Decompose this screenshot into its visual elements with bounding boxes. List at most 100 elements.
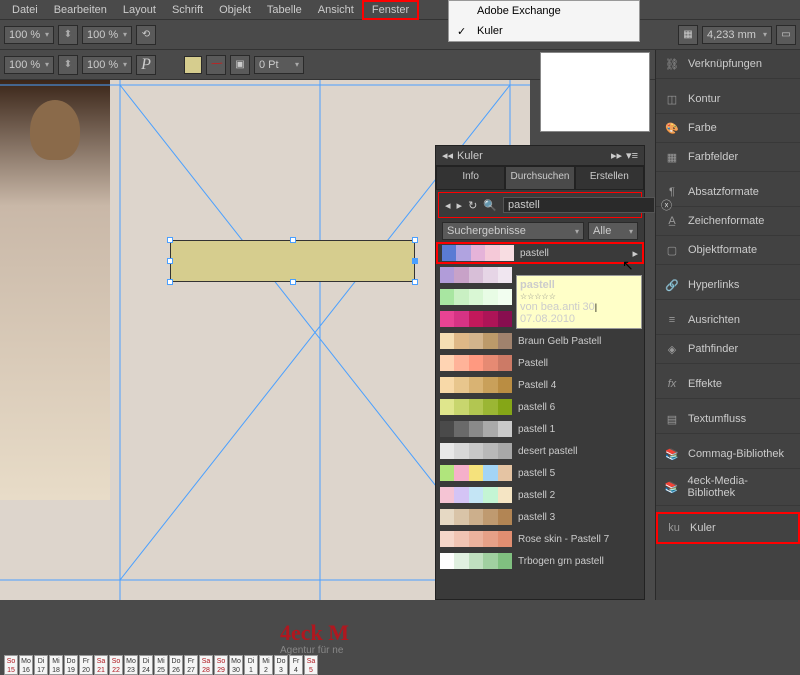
menu-fenster[interactable]: Fenster	[362, 0, 419, 20]
cal-day: Mi2	[259, 655, 273, 675]
filter-all[interactable]: Alle	[588, 222, 638, 240]
link-icon[interactable]: ⬍	[58, 25, 78, 45]
panel-label: Farbfelder	[688, 151, 738, 163]
panel-zeichenformate[interactable]: A̲ Zeichenformate	[656, 207, 800, 236]
theme-menu-icon[interactable]: ▸	[632, 247, 638, 260]
next-icon[interactable]: ▸	[457, 199, 463, 212]
kuler-theme-row[interactable]: pastell 1	[436, 418, 644, 440]
tool-icon[interactable]: ▭	[776, 25, 796, 45]
kuler-theme-row[interactable]: Braun Gelb Pastell	[436, 330, 644, 352]
kuler-theme-row[interactable]: pastell 2	[436, 484, 644, 506]
kuler-theme-row[interactable]: Pastell 4	[436, 374, 644, 396]
panel-label: Pathfinder	[688, 343, 738, 355]
kuler-theme-row[interactable]: pastell 5	[436, 462, 644, 484]
refresh-icon[interactable]: ↻	[468, 199, 477, 212]
panel-textumfluss[interactable]: ▤Textumfluss	[656, 405, 800, 434]
kuler-tabs: Info Durchsuchen Erstellen	[436, 166, 644, 190]
pt-field[interactable]: 0 Pt	[254, 56, 304, 74]
right-panel: ⛓Verknüpfungen ◫Kontur🎨Farbe▦Farbfelder ¶A…	[655, 50, 800, 600]
kuler-theme-row[interactable]: Pastell	[436, 352, 644, 374]
menu-datei[interactable]: Datei	[4, 2, 46, 18]
path-icon: ◈	[664, 341, 680, 357]
panel-eckmediabibliothek[interactable]: 📚4eck-Media-Bibliothek	[656, 469, 800, 506]
theme-swatches	[440, 377, 512, 393]
zoom-y[interactable]: 100 %	[82, 26, 132, 44]
fx-icon[interactable]: ▣	[230, 55, 250, 75]
kuler-theme-row[interactable]: pastell▸	[436, 242, 644, 264]
theme-name: pastell 6	[518, 402, 555, 413]
calendar-strip: So15Mo16Di17Mi18Do19Fr20Sa21So22Mo23Di24…	[4, 655, 318, 675]
kuler-panel: ◂◂ Kuler ▸▸ ▾≡ Info Durchsuchen Erstelle…	[435, 145, 645, 600]
menu-layout[interactable]: Layout	[115, 2, 164, 18]
rotate-icon[interactable]: ⟲	[136, 25, 156, 45]
search-icon: 🔍	[483, 199, 497, 212]
kuler-header[interactable]: ◂◂ Kuler ▸▸ ▾≡	[436, 146, 644, 166]
grid-icon[interactable]: ▦	[678, 25, 698, 45]
panel-kuler[interactable]: kuKuler	[656, 512, 800, 544]
tab-info[interactable]: Info	[436, 166, 505, 190]
outline-icon: ◫	[664, 91, 680, 107]
tab-browse[interactable]: Durchsuchen	[505, 166, 574, 190]
panel-label: Zeichenformate	[688, 215, 764, 227]
menu-tabelle[interactable]: Tabelle	[259, 2, 310, 18]
menu-icon[interactable]: ▾≡	[626, 149, 638, 162]
link-icon[interactable]: ⬍	[58, 55, 78, 75]
clear-icon[interactable]: ⓧ	[661, 197, 672, 213]
cal-day: Do19	[64, 655, 78, 675]
zoom-x2[interactable]: 100 %	[4, 56, 54, 74]
theme-swatches	[440, 465, 512, 481]
stroke-width[interactable]: 4,233 mm	[702, 26, 772, 44]
search-input[interactable]	[503, 197, 655, 213]
dropdown-item[interactable]: Adobe Exchange	[449, 1, 639, 21]
align-icon: ≡	[664, 312, 680, 328]
selected-frame[interactable]	[170, 240, 415, 282]
panel-kontur[interactable]: ◫Kontur	[656, 85, 800, 114]
type-icon[interactable]: P	[136, 55, 156, 75]
dropdown-item[interactable]: Kuler	[449, 21, 639, 41]
no-fill-icon[interactable]: ⟋	[206, 55, 226, 75]
tab-create[interactable]: Erstellen	[575, 166, 644, 190]
panel-pathfinder[interactable]: ◈ Pathfinder	[656, 335, 800, 364]
menu-bearbeiten[interactable]: Bearbeiten	[46, 2, 115, 18]
panel-farbfelder[interactable]: ▦Farbfelder	[656, 143, 800, 172]
expand-icon[interactable]: ▸▸	[611, 149, 622, 162]
lib-icon: 📚	[664, 446, 680, 462]
panel-commagbibliothek[interactable]: 📚Commag-Bibliothek	[656, 440, 800, 469]
cal-day: Do3	[274, 655, 288, 675]
zoom-x[interactable]: 100 %	[4, 26, 54, 44]
ku-icon: ku	[666, 520, 682, 536]
toolbar-1: 100 % ⬍ 100 % ⟲ ▦ 4,233 mm ▭	[0, 20, 800, 50]
theme-swatches	[442, 245, 514, 261]
menubar: DateiBearbeitenLayoutSchriftObjektTabell…	[0, 0, 800, 20]
panel-ausrichten[interactable]: ≡ Ausrichten	[656, 306, 800, 335]
collapse-icon[interactable]: ◂◂	[442, 149, 453, 162]
panel-effekte[interactable]: fxEffekte	[656, 370, 800, 399]
theme-swatches	[440, 399, 512, 415]
kuler-theme-row[interactable]: Rose skin - Pastell 7	[436, 528, 644, 550]
theme-name: Pastell 4	[518, 380, 556, 391]
theme-swatches	[440, 333, 512, 349]
panel-absatzformate[interactable]: ¶Absatzformate	[656, 178, 800, 207]
theme-swatches	[440, 553, 512, 569]
filter-results[interactable]: Suchergebnisse	[442, 222, 584, 240]
kuler-theme-row[interactable]: desert pastell	[436, 440, 644, 462]
kuler-theme-row[interactable]: pastell 3	[436, 506, 644, 528]
theme-name: Trbogen grn pastell	[518, 556, 604, 567]
zoom-y2[interactable]: 100 %	[82, 56, 132, 74]
kuler-theme-row[interactable]: Trbogen grn pastell	[436, 550, 644, 572]
panel-hyperlinks[interactable]: 🔗Hyperlinks	[656, 271, 800, 300]
panel-verknpfungen[interactable]: ⛓Verknüpfungen	[656, 50, 800, 79]
panel-label: Ausrichten	[688, 314, 740, 326]
char-icon: A̲	[664, 213, 680, 229]
kuler-theme-row[interactable]: pastell 6	[436, 396, 644, 418]
panel-objektformate[interactable]: ▢Objektformate	[656, 236, 800, 265]
menu-schrift[interactable]: Schrift	[164, 2, 211, 18]
wrap-icon: ▤	[664, 411, 680, 427]
menu-ansicht[interactable]: Ansicht	[310, 2, 362, 18]
rating-stars: ☆☆☆☆☆	[520, 292, 556, 301]
cal-day: Fr20	[79, 655, 93, 675]
panel-farbe[interactable]: 🎨Farbe	[656, 114, 800, 143]
fill-swatch[interactable]	[184, 56, 202, 74]
menu-objekt[interactable]: Objekt	[211, 2, 259, 18]
prev-icon[interactable]: ◂	[445, 199, 451, 212]
